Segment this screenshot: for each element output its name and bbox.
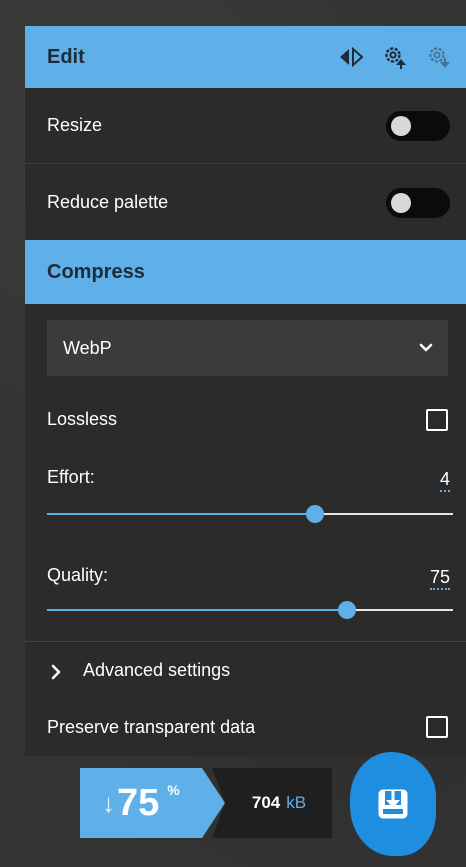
compress-section-header: Compress — [25, 240, 466, 304]
edit-section-header: Edit — [25, 26, 466, 88]
effort-label: Effort: — [47, 467, 95, 487]
resize-toggle-knob — [391, 115, 411, 136]
reduction-percent: 75 — [117, 781, 160, 824]
edit-title: Edit — [47, 45, 85, 68]
size-reduction-badge: ↓ 75 % — [80, 768, 225, 838]
effort-slider[interactable] — [47, 504, 453, 524]
output-size-unit: kB — [286, 793, 307, 812]
preserve-transparent-checkbox[interactable] — [426, 716, 448, 738]
settings-upload-icon[interactable] — [382, 44, 408, 70]
download-button[interactable] — [350, 752, 436, 856]
quality-slider-fill — [47, 609, 348, 611]
divider — [25, 641, 466, 642]
format-selected-value: WebP — [63, 337, 112, 358]
reduce-palette-toggle[interactable] — [386, 187, 450, 218]
advanced-settings-toggle[interactable]: Advanced settings — [83, 660, 230, 681]
resize-row: Resize — [25, 88, 466, 164]
chevron-right-icon[interactable] — [49, 664, 63, 685]
lossless-checkbox[interactable] — [426, 409, 448, 431]
format-select[interactable]: WebP — [47, 320, 448, 376]
quality-label: Quality: — [47, 565, 109, 585]
resize-label: Resize — [47, 115, 103, 135]
quality-slider[interactable] — [47, 600, 453, 620]
preserve-transparent-label: Preserve transparent data — [47, 717, 256, 737]
chevron-down-icon — [418, 337, 434, 362]
effort-slider-thumb[interactable] — [305, 505, 324, 523]
lossless-label: Lossless — [47, 409, 118, 429]
quality-value[interactable]: 75 — [429, 568, 450, 590]
effort-slider-fill — [47, 513, 315, 515]
options-panel: Edit Resize Reduce palette Compress WebP… — [25, 26, 466, 756]
reduce-palette-label: Reduce palette — [47, 192, 169, 212]
reduce-palette-row: Reduce palette — [25, 165, 466, 240]
output-size: 704 kB — [212, 768, 332, 838]
settings-download-icon — [426, 44, 452, 70]
compare-arrows-icon[interactable] — [338, 44, 364, 70]
edit-header-icons — [338, 26, 452, 88]
effort-value[interactable]: 4 — [439, 470, 450, 492]
reduce-palette-toggle-knob — [391, 192, 411, 213]
percent-sign: % — [167, 782, 180, 798]
resize-toggle[interactable] — [386, 110, 450, 141]
output-size-value: 704 — [251, 793, 281, 812]
compress-title: Compress — [47, 260, 145, 283]
reduction-arrow: ↓ — [102, 787, 115, 818]
result-summary: ↓ 75 % 704 kB — [80, 768, 332, 838]
quality-slider-thumb[interactable] — [338, 601, 357, 619]
download-icon — [378, 789, 408, 819]
